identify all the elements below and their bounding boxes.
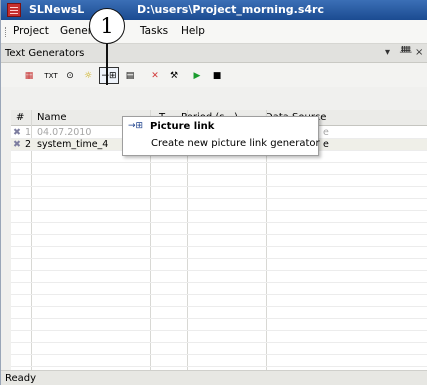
row-disabled-icon: ✖ [13,127,21,138]
tools-icon[interactable]: ⚒ [166,67,182,84]
menu-grip-handle[interactable] [5,27,7,37]
panel-dropdown-icon[interactable]: ▾ [385,47,390,58]
panel-pin-icon[interactable]: ᚙ [400,47,412,58]
menu-bar: Project Generators Tasks Help [1,20,427,44]
row-divider [11,306,427,307]
column-number[interactable]: # [16,112,24,123]
row-divider [11,318,427,319]
picture-link-icon: →⊞ [128,121,144,131]
stop-icon[interactable]: ■ [211,67,223,84]
app-window: SLNewsL D:\users\Project_morning.s4rc 1 … [0,0,427,385]
row-divider [11,198,427,199]
row-data-source: e [323,127,329,138]
sun-generator-icon[interactable]: ☼ [80,67,96,84]
properties-icon[interactable]: ▤ [123,67,137,84]
tooltip-description: Create new picture link generator [151,138,320,149]
menu-project[interactable]: Project [13,25,49,37]
app-logo-icon [7,3,21,17]
menu-tasks[interactable]: Tasks [140,25,168,37]
status-bar: Ready [1,370,427,385]
panel-header: Text Generators ▾ ᚙ × [1,44,427,63]
row-name: 04.07.2010 [37,127,92,138]
row-disabled-icon: ✖ [13,139,21,150]
row-divider [11,162,427,163]
toolbar: ▦ TXT ⊙ ☼ →⊞ ▤ ✕ ⚒ ▶ ■ [1,63,427,87]
row-divider [11,270,427,271]
row-divider [11,186,427,187]
callout-pointer [106,43,108,85]
callout-number: 1 [89,8,125,44]
row-number: 1 [25,127,32,138]
row-divider [11,342,427,343]
tooltip-title: Picture link [150,121,215,132]
row-divider [11,222,427,223]
row-divider [11,258,427,259]
delete-icon[interactable]: ✕ [149,67,161,84]
panel-title: Text Generators [5,48,85,59]
row-name: system_time_4 [37,139,109,150]
row-data-source: e [323,139,329,150]
panel-close-icon[interactable]: × [415,47,423,58]
row-divider [11,282,427,283]
status-text: Ready [5,373,37,384]
row-divider [11,330,427,331]
window-title-prefix: SLNewsL [29,3,85,16]
clock-generator-icon[interactable]: ⊙ [63,67,77,84]
row-divider [11,210,427,211]
row-divider [11,366,427,367]
row-divider [11,234,427,235]
row-divider [11,174,427,175]
window-title-path: D:\users\Project_morning.s4rc [137,3,325,16]
row-divider [11,294,427,295]
picture-link-tooltip: →⊞ Picture link Create new picture link … [122,116,320,156]
text-generator-icon[interactable]: TXT [41,67,61,84]
table-generator-icon[interactable]: ▦ [21,67,37,84]
play-icon[interactable]: ▶ [191,67,203,84]
picture-link-generator-icon[interactable]: →⊞ [99,67,119,84]
row-divider [11,246,427,247]
column-name[interactable]: Name [37,112,67,123]
title-bar[interactable]: SLNewsL D:\users\Project_morning.s4rc [1,0,427,20]
menu-help[interactable]: Help [181,25,205,37]
row-divider [11,354,427,355]
row-number: 2 [25,139,32,150]
